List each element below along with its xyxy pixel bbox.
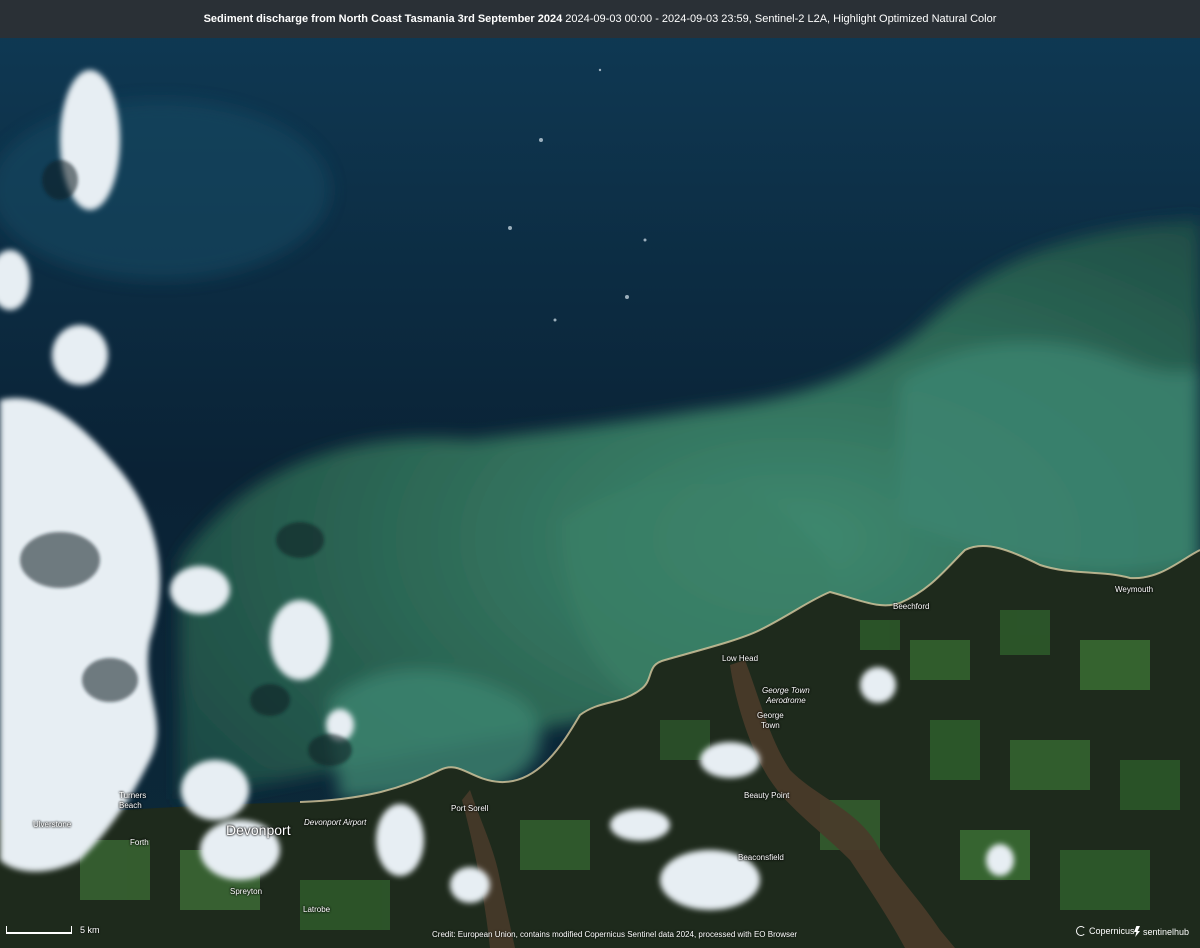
place-label-low-head: Low Head bbox=[722, 654, 759, 663]
place-label-weymouth: Weymouth bbox=[1115, 585, 1154, 594]
place-label-george-town-aerodrome: George Town Aerodrome bbox=[762, 686, 810, 705]
scale-bar: 5 km bbox=[6, 918, 106, 938]
place-label-beauty-point: Beauty Point bbox=[744, 791, 790, 800]
place-label-beaconsfield: Beaconsfield bbox=[738, 853, 784, 862]
map-title-rest: 2024-09-03 00:00 - 2024-09-03 23:59, Sen… bbox=[562, 13, 997, 25]
place-label-devonport-airport: Devonport Airport bbox=[304, 818, 367, 827]
place-label-port-sorell: Port Sorell bbox=[451, 804, 489, 813]
satellite-image bbox=[0, 0, 1200, 948]
map-title-bar: Sediment discharge from North Coast Tasm… bbox=[0, 0, 1200, 38]
copernicus-logo: Copernicus bbox=[1076, 926, 1135, 936]
scale-label: 5 km bbox=[80, 925, 100, 935]
place-label-george-town: George Town bbox=[757, 711, 784, 730]
sentinelhub-logo-text: sentinelhub bbox=[1143, 926, 1190, 937]
copernicus-icon bbox=[1076, 926, 1086, 936]
place-label-spreyton: Spreyton bbox=[230, 887, 263, 896]
copernicus-logo-text: Copernicus bbox=[1089, 926, 1135, 936]
place-label-latrobe: Latrobe bbox=[303, 905, 331, 914]
scale-bar-line bbox=[6, 926, 72, 934]
satellite-map: Sediment discharge from North Coast Tasm… bbox=[0, 0, 1200, 948]
logos: Copernicus sentinelhub bbox=[1076, 922, 1200, 942]
map-title-bold: Sediment discharge from North Coast Tasm… bbox=[203, 13, 563, 25]
place-label-beechford: Beechford bbox=[893, 602, 930, 611]
place-label-forth: Forth bbox=[130, 838, 149, 847]
credit-text: Credit: European Union, contains modifie… bbox=[432, 930, 798, 939]
place-label-devonport: Devonport bbox=[226, 822, 291, 838]
place-label-turners-beach: Turners Beach bbox=[119, 791, 147, 810]
sentinelhub-logo: sentinelhub bbox=[1134, 926, 1189, 937]
place-label-ulverstone: Ulverstone bbox=[33, 820, 72, 829]
sentinelhub-icon bbox=[1134, 926, 1140, 937]
